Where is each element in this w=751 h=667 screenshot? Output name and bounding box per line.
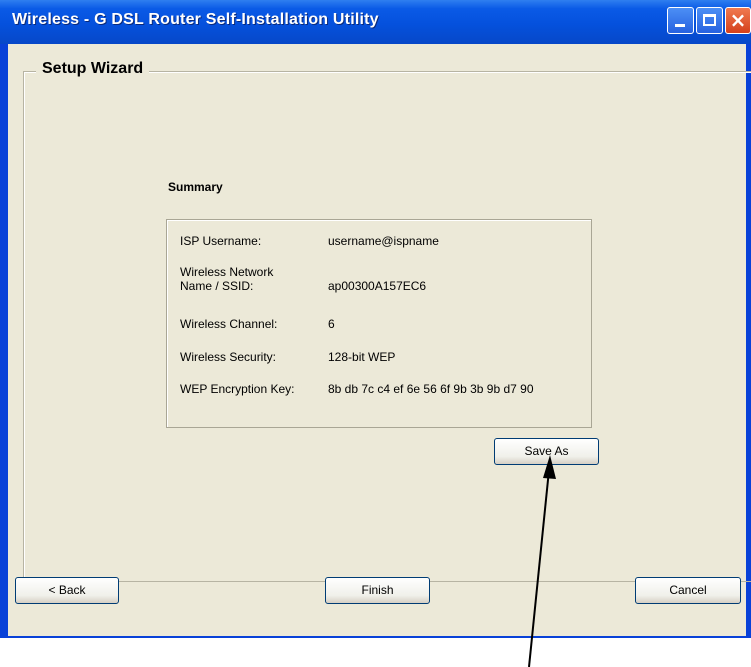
ssid-value: ap00300A157EC6 <box>328 279 427 293</box>
maximize-icon <box>703 14 716 26</box>
close-icon: × <box>729 8 747 32</box>
minimize-button[interactable] <box>667 7 694 34</box>
ssid-label-line1: Wireless Network <box>180 265 274 279</box>
wireless-channel-label: Wireless Channel: <box>180 317 278 331</box>
client-area: Setup Wizard Summary ISP Username: usern… <box>8 44 751 636</box>
save-as-button[interactable]: Save As <box>494 438 599 465</box>
title-bar[interactable]: Wireless - G DSL Router Self-Installatio… <box>0 0 751 44</box>
wep-key-label: WEP Encryption Key: <box>180 382 295 396</box>
wireless-security-label: Wireless Security: <box>180 350 277 364</box>
setup-wizard-label: Setup Wizard <box>36 60 150 78</box>
installer-window: Wireless - G DSL Router Self-Installatio… <box>0 0 751 638</box>
wep-key-value: 8b db 7c c4 ef 6e 56 6f 9b 3b 9b d7 90 <box>328 382 534 396</box>
isp-username-label: ISP Username: <box>180 234 262 248</box>
back-button[interactable]: < Back <box>15 577 119 604</box>
window-title: Wireless - G DSL Router Self-Installatio… <box>12 11 379 28</box>
ssid-label-line2: Name / SSID: <box>180 279 254 293</box>
wireless-security-value: 128-bit WEP <box>328 350 396 364</box>
cancel-button[interactable]: Cancel <box>635 577 741 604</box>
isp-username-value: username@ispname <box>328 234 439 248</box>
finish-button[interactable]: Finish <box>325 577 430 604</box>
summary-heading: Summary <box>168 180 223 194</box>
minimize-icon <box>675 24 685 27</box>
wireless-channel-value: 6 <box>328 317 335 331</box>
close-button[interactable]: × <box>725 7 751 34</box>
maximize-button[interactable] <box>696 7 723 34</box>
